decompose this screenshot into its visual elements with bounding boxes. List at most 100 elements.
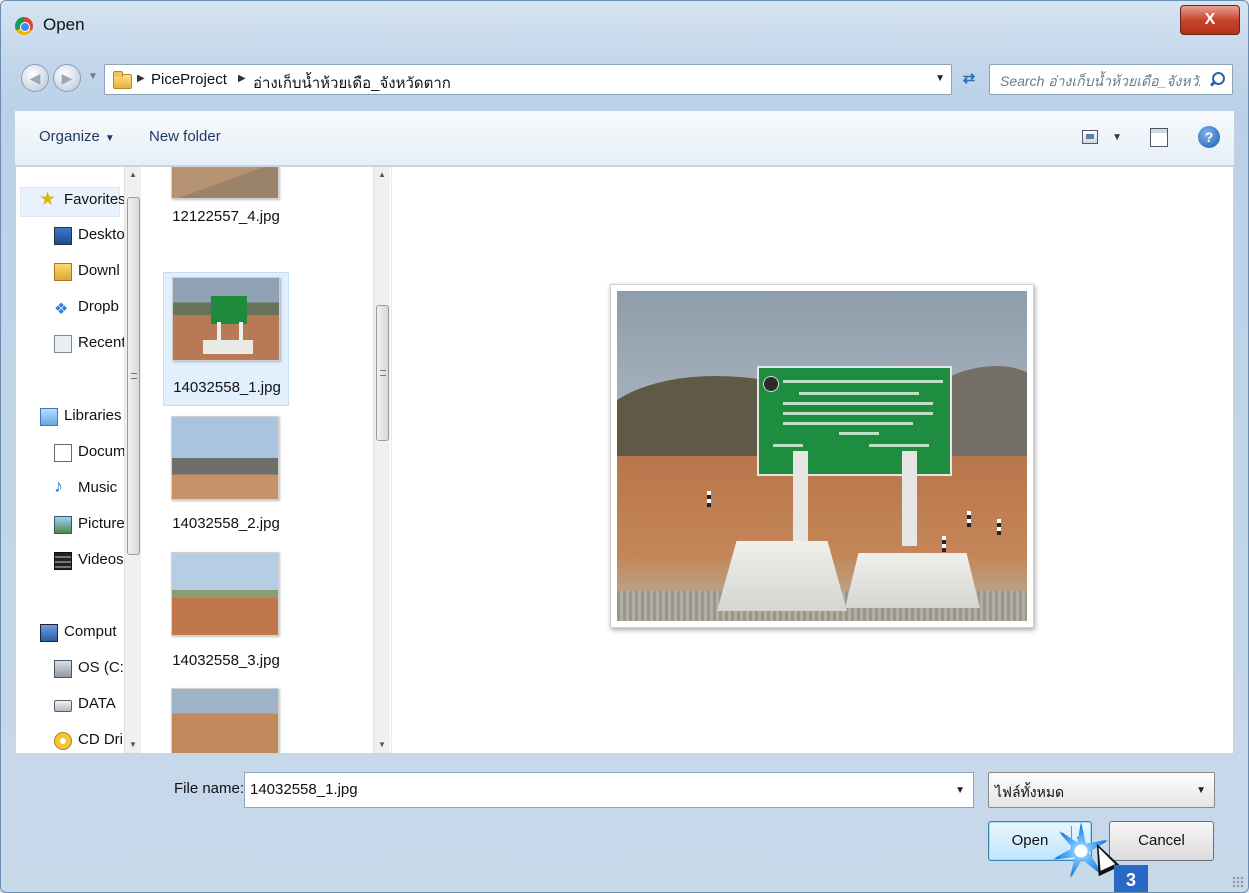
nav-item-label: Downl [78, 262, 120, 279]
breadcrumb-piceproject[interactable]: PiceProject [151, 71, 227, 88]
star-icon: ★ [39, 189, 57, 210]
close-button[interactable]: X [1180, 5, 1240, 35]
file-name-input[interactable]: 14032558_1.jpg ▼ [244, 772, 974, 808]
file-type-value: ไฟล์ทั้งหมด [995, 784, 1065, 800]
search-input[interactable]: Search อ่างเก็บน้ำห้วยเดือ_จังหวั... [989, 64, 1233, 95]
title-bar[interactable]: Open X [1, 1, 1248, 51]
file-type-select[interactable]: ไฟล์ทั้งหมด ▼ [988, 772, 1215, 808]
file-item[interactable]: 14032558_3.jpg [163, 547, 289, 681]
computer-icon [40, 624, 58, 642]
file-item[interactable]: 12122557_4.jpg [163, 167, 289, 249]
nav-item-favorites[interactable]: ★ Favorites [20, 187, 126, 217]
view-options-dropdown-icon[interactable]: ▼ [1112, 132, 1122, 143]
back-button[interactable]: ◀ [21, 64, 49, 92]
refresh-icon: ⇄ [962, 70, 976, 87]
chevron-down-icon: ▼ [1196, 785, 1206, 796]
chevron-down-icon: ▼ [104, 133, 115, 144]
file-name-dropdown-icon[interactable]: ▼ [955, 785, 965, 796]
preview-image [617, 291, 1027, 621]
sign-text-line [869, 444, 929, 447]
nav-item-label: Docum [78, 443, 126, 460]
bollard-shape [942, 536, 946, 552]
base-thumbnail-detail [203, 340, 253, 354]
breadcrumb-current-folder[interactable]: อ่างเก็บน้ำห้วยเดือ_จังหวัดตาก [253, 71, 451, 95]
preview-image-frame [610, 284, 1034, 628]
search-icon[interactable] [1210, 72, 1225, 86]
address-dropdown-icon[interactable]: ▼ [935, 73, 945, 84]
file-name-value: 14032558_1.jpg [250, 781, 358, 798]
window-title: Open [43, 15, 85, 34]
drive-data-icon [54, 700, 72, 712]
nav-item-label: Videos [78, 551, 124, 568]
sign-text-line [799, 392, 919, 395]
nav-item-label: DATA [78, 695, 116, 712]
sign-thumbnail-detail [211, 296, 247, 324]
file-item[interactable]: 14032558_2.jpg [163, 412, 289, 546]
cd-drive-icon [54, 732, 72, 750]
pictures-icon [54, 516, 72, 534]
downloads-icon [54, 263, 72, 281]
nav-item-label: OS (C:) [78, 659, 129, 676]
scrollbar-thumb[interactable] [127, 197, 140, 555]
forward-arrow-icon: ▶ [61, 70, 73, 86]
sign-board [757, 366, 952, 476]
preview-pane [391, 167, 1233, 753]
navigation-pane-scrollbar[interactable]: ▲ ▼ [124, 167, 141, 753]
file-item[interactable] [163, 683, 289, 753]
refresh-button[interactable]: ⇄ [956, 64, 982, 95]
open-button-label: Open [1011, 832, 1049, 849]
forward-button[interactable]: ▶ [53, 64, 81, 92]
help-icon[interactable]: ? [1198, 126, 1220, 148]
nav-item-label: Picture [78, 515, 125, 532]
preview-pane-icon[interactable] [1150, 128, 1168, 147]
file-thumbnail [171, 416, 279, 500]
search-placeholder: Search อ่างเก็บน้ำห้วยเดือ_จังหวั... [1000, 73, 1200, 89]
bollard-shape [997, 519, 1001, 535]
scroll-up-icon[interactable]: ▲ [125, 167, 141, 183]
address-bar[interactable]: ▶ PiceProject ▶ อ่างเก็บน้ำห้วยเดือ_จังห… [104, 64, 952, 95]
nav-item-label: Libraries [64, 407, 122, 424]
file-list-scrollbar[interactable]: ▲ ▼ [373, 167, 390, 753]
step-number-badge: 3 [1114, 865, 1148, 892]
music-icon: ♪ [54, 476, 63, 496]
desktop-icon [54, 227, 72, 245]
back-arrow-icon: ◀ [29, 70, 41, 86]
file-item-selected[interactable]: 14032558_1.jpg [163, 272, 289, 406]
sign-text-line [783, 412, 933, 415]
organize-button[interactable]: Organize ▼ [39, 128, 115, 145]
drive-c-icon [54, 660, 72, 678]
grip-icon [131, 373, 137, 379]
change-view-icon[interactable] [1082, 130, 1098, 144]
concrete-base [717, 541, 847, 611]
nav-item-label: Favorites [64, 191, 126, 208]
scrollbar-thumb[interactable] [376, 305, 389, 441]
breadcrumb-separator-icon[interactable]: ▶ [137, 73, 145, 84]
file-thumbnail [171, 552, 279, 636]
scroll-up-icon[interactable]: ▲ [374, 167, 390, 183]
chrome-icon [15, 17, 33, 35]
sign-text-line [773, 444, 803, 447]
sign-text-line [783, 422, 913, 425]
bollard-shape [967, 511, 971, 527]
scroll-down-icon[interactable]: ▼ [125, 737, 141, 753]
sign-post [902, 451, 917, 546]
breadcrumb-separator-icon[interactable]: ▶ [238, 73, 246, 84]
grip-icon [380, 370, 386, 376]
new-folder-button[interactable]: New folder [149, 128, 221, 145]
bollard-shape [707, 491, 711, 507]
cancel-button[interactable]: Cancel [1109, 821, 1214, 861]
resize-grip-icon[interactable] [1232, 876, 1244, 888]
recent-places-icon [54, 335, 72, 353]
file-name-label: File name: [174, 780, 245, 797]
videos-icon [54, 552, 72, 570]
documents-icon [54, 444, 72, 462]
scroll-down-icon[interactable]: ▼ [374, 737, 390, 753]
file-name-label: 14032558_1.jpg [173, 379, 281, 396]
open-dialog: Open X ◀ ▶ ▼ ▶ PiceProject ▶ อ่างเก็บน้ำ… [0, 0, 1249, 893]
history-dropdown-icon[interactable]: ▼ [88, 71, 98, 82]
nav-item-label: CD Dri [78, 731, 123, 748]
sign-text-line [839, 432, 879, 435]
nav-item-label: Dropb [78, 298, 119, 315]
emblem-icon [763, 376, 779, 392]
concrete-base [845, 553, 980, 608]
